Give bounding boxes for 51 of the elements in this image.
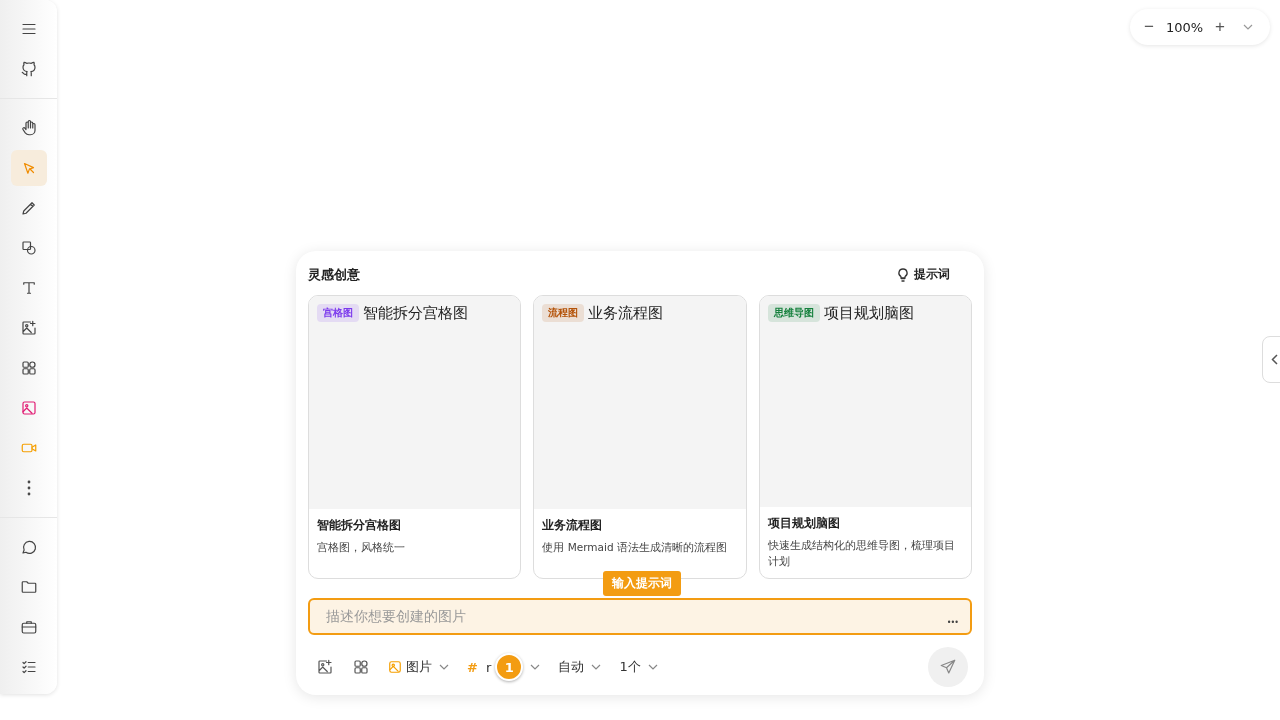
prompt-button[interactable]: 提示词 bbox=[891, 265, 956, 285]
image-add-icon[interactable] bbox=[316, 658, 334, 676]
model-dropdown[interactable]: # r 1 bbox=[467, 653, 541, 681]
category-tag: 流程图 bbox=[542, 304, 585, 323]
caret-icon bbox=[439, 664, 449, 670]
send-icon bbox=[939, 658, 957, 676]
chat-icon bbox=[19, 538, 38, 556]
pencil-icon bbox=[19, 199, 38, 217]
card-title: 智能拆分宫格图 bbox=[317, 516, 402, 534]
ratio-dropdown[interactable]: 自动 bbox=[558, 658, 602, 676]
caret-icon bbox=[530, 664, 541, 670]
tooltip: 输入提示词 bbox=[603, 570, 681, 596]
step-badge: 1 bbox=[495, 653, 524, 681]
folder-icon bbox=[19, 578, 38, 596]
briefcase-icon bbox=[19, 618, 38, 636]
card-description: 宫格图，风格统一 bbox=[317, 539, 406, 555]
chevron-left-icon bbox=[1271, 354, 1278, 365]
card-title: 项目规划脑图 bbox=[767, 515, 841, 533]
card-description: 快速生成结构化的思维导图，梳理项目计划 bbox=[767, 538, 956, 570]
category-tag: 宫格图 bbox=[317, 304, 359, 323]
zoom-in-button[interactable]: + bbox=[1211, 17, 1230, 37]
prompt-input[interactable]: 描述你想要创建的图片 ••• bbox=[308, 597, 972, 635]
zoom-out-button[interactable]: − bbox=[1140, 17, 1158, 37]
shapes-icon bbox=[19, 239, 38, 257]
image-add-icon bbox=[19, 319, 38, 337]
send-button[interactable] bbox=[928, 647, 968, 687]
caret-icon bbox=[647, 664, 658, 670]
caret-icon bbox=[591, 664, 602, 670]
category-tag: 思维导图 bbox=[767, 304, 820, 323]
image-icon bbox=[19, 399, 38, 417]
more-button[interactable]: ••• bbox=[946, 618, 958, 627]
image-icon bbox=[388, 660, 402, 674]
template-card[interactable]: 思维导图 项目规划脑图 项目规划脑图 快速生成结构化的思维导图，梳理项目计划 bbox=[758, 294, 972, 579]
hand-icon bbox=[19, 119, 38, 137]
grid-icon bbox=[19, 359, 38, 377]
grid-icon[interactable] bbox=[352, 658, 370, 676]
template-card[interactable]: 宫格图 智能拆分宫格图 智能拆分宫格图 宫格图，风格统一 bbox=[308, 294, 522, 579]
count-dropdown[interactable]: 1个 bbox=[619, 658, 658, 676]
image-alt-text: 智能拆分宫格图 bbox=[363, 303, 468, 323]
todo-icon bbox=[19, 658, 38, 676]
card-description: 使用 Mermaid 语法生成清晰的流程图 bbox=[542, 539, 728, 555]
github-icon bbox=[19, 60, 38, 78]
more-icon bbox=[26, 480, 31, 496]
chevron-down-icon[interactable] bbox=[1243, 24, 1254, 30]
zoom-level: 100% bbox=[1165, 19, 1204, 35]
type-dropdown[interactable]: 图片 bbox=[388, 658, 449, 676]
card-title: 业务流程图 bbox=[542, 516, 604, 534]
image-alt-text: 项目规划脑图 bbox=[823, 303, 914, 323]
image-alt-text: 业务流程图 bbox=[588, 303, 664, 323]
lightbulb-icon bbox=[897, 267, 909, 282]
panel-title: 灵感创意 bbox=[308, 265, 360, 284]
